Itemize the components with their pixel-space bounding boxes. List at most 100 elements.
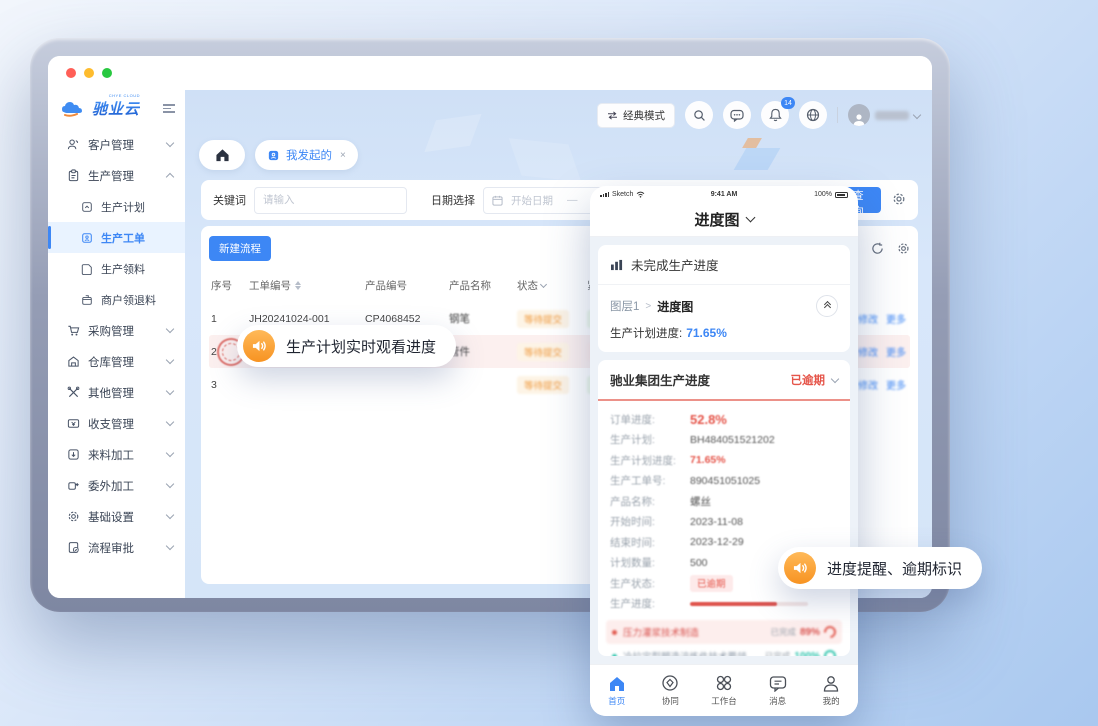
user-icon: [852, 112, 866, 126]
chevron-up-icon: [166, 173, 174, 181]
keyword-input[interactable]: [254, 187, 407, 214]
sidebar-item-label: 生产领料: [101, 261, 145, 277]
sidebar-menu: 客户管理 生产管理 生产计划 生产工单: [48, 129, 185, 563]
progress-ring-icon: [824, 650, 836, 656]
tab-messages[interactable]: 消息: [751, 675, 805, 707]
language-button[interactable]: [799, 101, 827, 129]
sidebar-item-label: 来料加工: [88, 447, 134, 463]
panel-header[interactable]: 驰业集团生产进度 已逾期: [598, 360, 850, 401]
home-icon: [608, 675, 626, 692]
refresh-icon[interactable]: [871, 242, 884, 255]
tools-icon: [67, 386, 80, 399]
tooltip-text: 生产计划实时观看进度: [286, 336, 436, 357]
user-name-blurred: [875, 111, 909, 120]
task-item[interactable]: 压力灌浆技术制造 已完成89%: [606, 620, 842, 644]
action-edit-link[interactable]: 修改: [858, 377, 878, 392]
group-progress-panel: 驰业集团生产进度 已逾期 订单进度:52.8% 生产计划:BH484051521…: [598, 360, 850, 656]
header-status: 状态: [517, 278, 538, 293]
action-edit-link[interactable]: 修改: [858, 311, 878, 326]
header-no: 序号: [211, 278, 249, 293]
voice-tooltip-overdue: 进度提醒、逾期标识: [778, 547, 982, 589]
notifications-button[interactable]: 14: [761, 101, 789, 129]
classic-mode-label: 经典模式: [623, 108, 665, 123]
sidebar-item-process-approval[interactable]: 流程审批: [48, 532, 185, 563]
chevron-down-icon[interactable]: [745, 213, 755, 223]
sidebar-item-finance-mgmt[interactable]: 收支管理: [48, 408, 185, 439]
sidebar-item-outsource-processing[interactable]: 委外加工: [48, 470, 185, 501]
plan-qty-value: 500: [690, 557, 708, 569]
workorder-no-value: 890451051025: [690, 475, 760, 487]
clipboard-icon: [67, 169, 80, 182]
sidebar-item-label: 生产工单: [101, 230, 145, 246]
chevron-down-icon[interactable]: [540, 281, 547, 288]
globe-icon: [806, 108, 820, 122]
chevron-down-icon: [831, 374, 839, 382]
tab-home[interactable]: 首页: [590, 675, 644, 707]
sidebar-item-production-workorder[interactable]: 生产工单: [48, 222, 185, 253]
sidebar-fold-icon[interactable]: [163, 104, 175, 113]
bell-icon: [769, 108, 782, 122]
sidebar-item-label: 流程审批: [88, 540, 134, 556]
close-tab-icon[interactable]: ×: [340, 150, 346, 161]
sidebar-item-production-plan[interactable]: 生产计划: [48, 191, 185, 222]
breadcrumb-layer[interactable]: 图层1: [610, 298, 639, 314]
minimize-window-button[interactable]: [84, 68, 94, 78]
status-badge: 等待提交: [517, 343, 569, 361]
task-item[interactable]: 冷拉定型塑造淬炼件技术要领 已完成100%: [606, 644, 842, 656]
action-more-link[interactable]: 更多: [886, 344, 906, 359]
search-button[interactable]: [685, 101, 713, 129]
task-name: 压力灌浆技术制造: [623, 625, 699, 639]
sidebar-item-production-material[interactable]: 生产领料: [48, 253, 185, 284]
user-menu[interactable]: [848, 104, 920, 126]
sidebar-item-merchant-return[interactable]: 商户领退料: [48, 284, 185, 315]
message-icon: [769, 675, 787, 692]
voice-tooltip-production-plan: 生产计划实时观看进度: [237, 325, 456, 367]
table-settings-gear-icon[interactable]: [897, 242, 910, 255]
tooltip-text: 进度提醒、逾期标识: [827, 558, 962, 579]
start-date-placeholder: 开始日期: [511, 193, 553, 208]
new-process-button[interactable]: 新建流程: [209, 236, 271, 261]
sidebar-item-label: 客户管理: [88, 137, 134, 153]
phone-page-title: 进度图: [590, 203, 858, 237]
grid-icon: [715, 674, 733, 692]
material-doc-icon: [81, 263, 93, 275]
return-box-icon: [81, 294, 93, 306]
chevron-down-icon: [913, 111, 921, 119]
filter-settings-gear-icon[interactable]: [892, 192, 906, 208]
chevron-down-icon: [166, 387, 174, 395]
sidebar-item-purchase-mgmt[interactable]: 采购管理: [48, 315, 185, 346]
summary-card: 未完成生产进度 图层1 > 进度图 生产计划进度:71.65%: [598, 245, 850, 352]
collapse-button[interactable]: [816, 295, 838, 317]
maximize-window-button[interactable]: [102, 68, 112, 78]
header-product-no: 产品编号: [365, 278, 449, 293]
tab-my-initiated[interactable]: 我发起的 ×: [255, 140, 358, 170]
plan-progress-value: 71.65%: [686, 326, 727, 340]
cell-product-no: CP4068452: [365, 313, 449, 325]
production-progress-bar: [690, 602, 808, 607]
classic-mode-button[interactable]: 经典模式: [597, 103, 675, 128]
tab-collaboration[interactable]: 协同: [644, 674, 698, 707]
sort-icon[interactable]: [295, 281, 301, 290]
task-name: 冷拉定型塑造淬炼件技术要领: [623, 649, 747, 656]
chevron-down-icon: [166, 139, 174, 147]
sidebar-item-basic-settings[interactable]: 基础设置: [48, 501, 185, 532]
sidebar-item-production-mgmt[interactable]: 生产管理: [48, 160, 185, 191]
sidebar-item-other-mgmt[interactable]: 其他管理: [48, 377, 185, 408]
gear-icon: [67, 510, 80, 523]
money-card-icon: [67, 417, 80, 430]
close-window-button[interactable]: [66, 68, 76, 78]
action-edit-link[interactable]: 修改: [858, 344, 878, 359]
tab-workbench[interactable]: 工作台: [697, 674, 751, 707]
sidebar-item-customer-mgmt[interactable]: 客户管理: [48, 129, 185, 160]
sidebar-item-incoming-processing[interactable]: 来料加工: [48, 439, 185, 470]
page-canvas: 驰业云 CHYE CLOUD 客户管理 生产管理: [0, 0, 1098, 726]
tab-mine[interactable]: 我的: [804, 675, 858, 707]
action-more-link[interactable]: 更多: [886, 311, 906, 326]
divider: [837, 107, 838, 123]
overdue-status-label: 已逾期: [791, 372, 826, 388]
home-tab-button[interactable]: [199, 140, 245, 170]
avatar: [848, 104, 870, 126]
action-more-link[interactable]: 更多: [886, 377, 906, 392]
sidebar-item-warehouse-mgmt[interactable]: 仓库管理: [48, 346, 185, 377]
messages-button[interactable]: [723, 101, 751, 129]
